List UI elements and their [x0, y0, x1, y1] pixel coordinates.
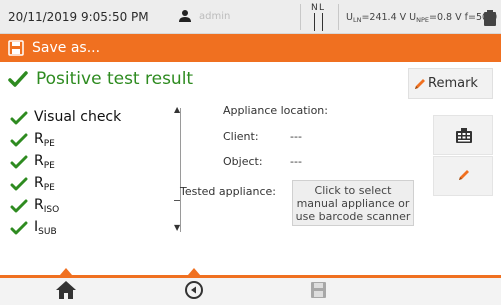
pencil-icon [459, 170, 469, 180]
keypad-button[interactable] [433, 115, 493, 155]
check-icon [10, 111, 28, 125]
dialog-title: Save as... [32, 40, 101, 56]
divider [300, 4, 301, 30]
title-bar: Save as... [0, 34, 501, 62]
save-icon [8, 40, 24, 56]
back-circle-icon [185, 281, 203, 299]
client-value: --- [290, 130, 302, 143]
check-icon [8, 71, 28, 87]
scroll-thumb[interactable] [174, 200, 180, 201]
home-icon [56, 281, 76, 299]
user-name: admin [199, 11, 231, 22]
select-appliance-button[interactable]: Click to select manual appliance or use … [292, 180, 414, 226]
check-icon [10, 221, 28, 235]
check-icon [10, 199, 28, 213]
tested-appliance-label: Tested appliance: [180, 185, 276, 198]
nav-marker [60, 268, 72, 275]
datetime: 20/11/2019 9:05:50 PM [8, 10, 149, 24]
check-icon [10, 177, 28, 191]
check-label: RISO [34, 197, 60, 215]
remark-label: Remark [428, 76, 478, 91]
save-icon [311, 282, 326, 298]
home-button[interactable] [53, 279, 79, 301]
result-title: Positive test result [36, 69, 194, 89]
check-label: Visual check [34, 109, 122, 125]
scroll-down-icon[interactable]: ▼ [174, 224, 180, 232]
check-label: RPE [34, 131, 55, 149]
nav-marker [188, 268, 200, 275]
phase-indicator: N L [311, 3, 325, 31]
divider [338, 4, 339, 30]
check-icon [10, 155, 28, 169]
edit-button[interactable] [433, 156, 493, 196]
scroll-up-icon[interactable]: ▲ [174, 106, 180, 114]
status-bar: 20/11/2019 9:05:50 PM admin N L ULN=241.… [0, 0, 501, 34]
user-icon [179, 10, 191, 22]
client-label: Client: [223, 130, 259, 143]
save-nav-button[interactable] [305, 279, 331, 301]
object-label: Object: [223, 155, 263, 168]
voltage-readout: ULN=241.4 V UNPE=0.8 V f=50.0 Hz [346, 12, 501, 24]
check-label: RPE [34, 153, 55, 171]
remark-button[interactable]: Remark [408, 68, 493, 99]
scrollbar[interactable] [180, 108, 181, 232]
check-icon [10, 133, 28, 147]
check-label: RPE [34, 175, 55, 193]
battery-icon [484, 10, 496, 26]
appliance-location-label: Appliance location: [223, 104, 328, 117]
phase-l-label: L [319, 3, 325, 13]
phase-n-label: N [311, 3, 318, 13]
check-label: ISUB [34, 219, 57, 237]
keypad-icon [456, 128, 472, 143]
back-button[interactable] [181, 279, 207, 301]
object-value: --- [290, 155, 302, 168]
pencil-icon [415, 79, 425, 89]
